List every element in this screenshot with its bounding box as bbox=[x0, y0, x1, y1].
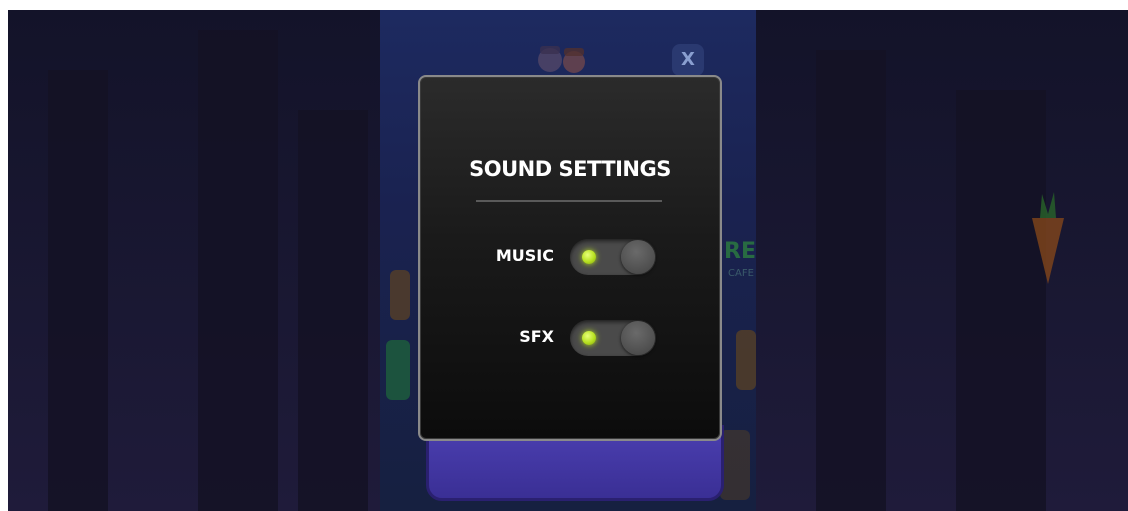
close-icon: X bbox=[681, 49, 695, 70]
svg-text:RE: RE bbox=[724, 239, 756, 264]
title-divider bbox=[476, 200, 662, 202]
music-label: MUSIC bbox=[495, 246, 554, 265]
background-window bbox=[386, 340, 410, 400]
setting-row-music: MUSIC bbox=[420, 237, 720, 277]
background-tower bbox=[956, 90, 1046, 511]
cafe-sign: RE CAFE bbox=[722, 218, 758, 298]
dialog-title: SOUND SETTINGS bbox=[469, 157, 671, 181]
music-toggle[interactable] bbox=[570, 239, 656, 275]
background-tower bbox=[198, 30, 278, 511]
background-tower bbox=[48, 70, 108, 511]
sound-settings-dialog: SOUND SETTINGS MUSIC SFX bbox=[418, 75, 722, 441]
background-window bbox=[390, 270, 410, 320]
sfx-toggle[interactable] bbox=[570, 320, 656, 356]
toggle-on-led-icon bbox=[582, 250, 596, 264]
chef-characters-icon bbox=[528, 40, 598, 80]
background-window bbox=[720, 430, 750, 500]
sfx-label: SFX bbox=[519, 327, 554, 346]
toggle-knob[interactable] bbox=[621, 321, 655, 355]
background-tower bbox=[298, 110, 368, 511]
background-close-button: X bbox=[672, 44, 704, 76]
background-left-panel bbox=[8, 10, 380, 511]
game-screen: X RE CAFE SOUND SETTINGS MUSIC SFX bbox=[0, 0, 1128, 511]
carrot-icon bbox=[1018, 188, 1078, 288]
toggle-on-led-icon bbox=[582, 331, 596, 345]
setting-row-sfx: SFX bbox=[420, 318, 720, 358]
background-tower bbox=[816, 50, 886, 511]
cafe-sign-label: CAFE bbox=[728, 268, 754, 279]
background-window bbox=[736, 330, 756, 390]
toggle-knob[interactable] bbox=[621, 240, 655, 274]
